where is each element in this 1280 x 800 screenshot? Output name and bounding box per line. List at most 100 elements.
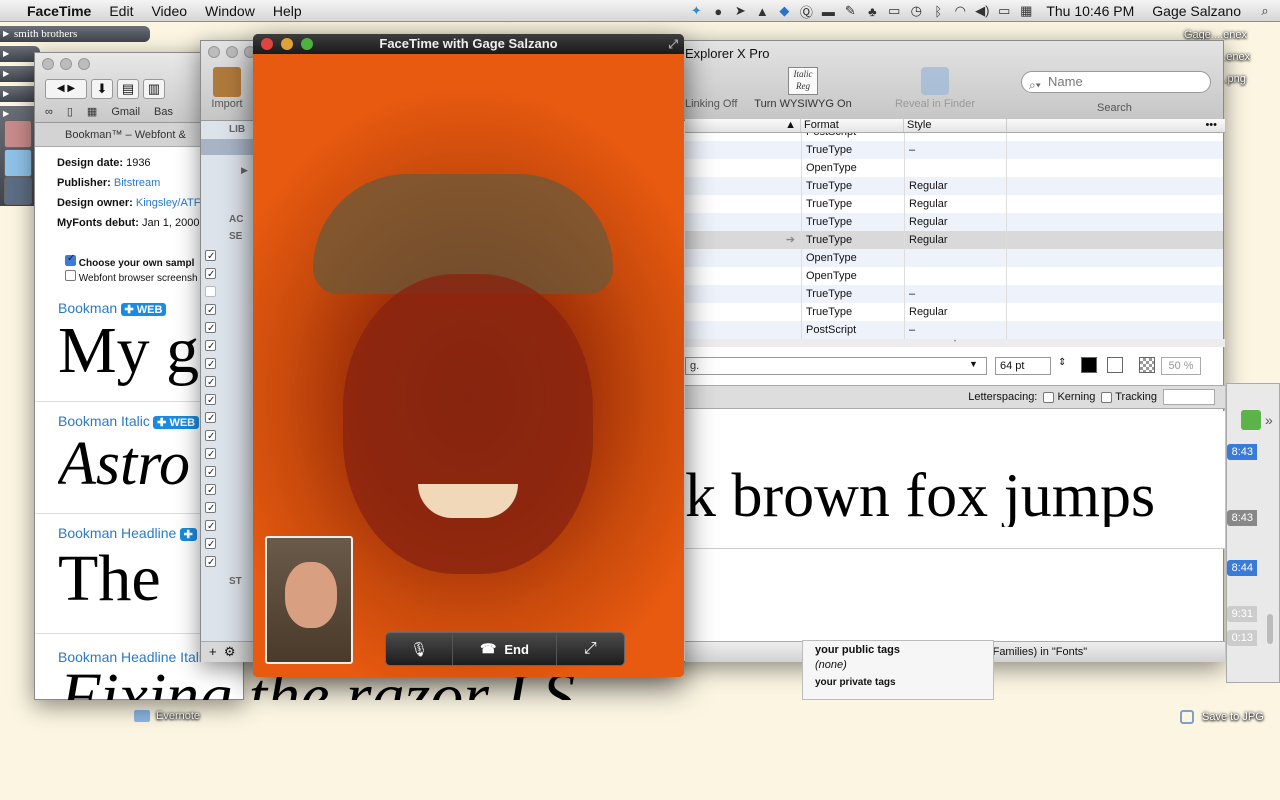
time-badge[interactable]: 0:13 (1227, 630, 1257, 646)
sidebar-section-smart[interactable]: ST (201, 572, 260, 587)
scrollbar[interactable] (1267, 614, 1273, 644)
choose-sample-checkbox[interactable] (65, 253, 76, 266)
chevron-right-icon[interactable]: » (1265, 412, 1273, 428)
minimize-button[interactable] (281, 38, 293, 50)
set-checkbox[interactable] (205, 248, 216, 266)
desktop-save-to-jpg[interactable]: Save to JPG (1180, 710, 1264, 724)
font-row[interactable]: PostScript (685, 133, 1223, 141)
fullscreen-button[interactable]: ⤢ (557, 633, 624, 665)
chevron-down-icon[interactable]: ▼ (969, 359, 978, 369)
battery-icon[interactable]: ▭ (993, 3, 1015, 19)
font-row[interactable]: TrueType Regular (685, 303, 1223, 321)
set-checkbox[interactable] (205, 338, 216, 356)
end-call-button[interactable]: ☎ End (453, 633, 557, 665)
close-button[interactable] (208, 46, 220, 58)
reading-list-icon[interactable]: ∞ (45, 105, 53, 119)
set-checkbox[interactable] (205, 302, 216, 320)
cursor-icon[interactable]: ➤ (729, 3, 751, 19)
dropbox-icon[interactable]: ◆ (773, 3, 795, 19)
tool-icon[interactable]: ✎ (839, 3, 861, 19)
webfont-screenshot-checkbox[interactable] (65, 270, 76, 281)
font-row[interactable]: ➔ TrueType Regular (685, 231, 1223, 249)
back-forward-button[interactable]: ◀ ▶ (45, 79, 87, 99)
avatar[interactable] (4, 149, 32, 177)
time-badge[interactable]: 8:44 (1227, 560, 1257, 576)
avatar[interactable] (4, 120, 32, 148)
twitter-icon[interactable]: ✦ (685, 3, 707, 19)
family-link-bookman-headline-italic[interactable]: Bookman Headline Italic (58, 649, 209, 665)
font-row[interactable]: TrueType – (685, 141, 1223, 159)
bookmark-bas[interactable]: Bas (154, 105, 173, 119)
time-machine-icon[interactable]: ◷ (905, 3, 927, 19)
family-link-bookman[interactable]: Bookman (58, 300, 117, 316)
font-row[interactable]: OpenType (685, 159, 1223, 177)
close-button[interactable] (42, 58, 54, 70)
set-checkbox[interactable] (205, 554, 216, 572)
size-stepper[interactable]: ⇕ (1058, 357, 1066, 368)
add-set-button[interactable]: + ⚙ (201, 641, 261, 662)
web-badge[interactable]: ✚ WEB (153, 416, 200, 430)
menu-window[interactable]: Window (196, 0, 264, 22)
set-checkbox[interactable] (205, 446, 216, 464)
set-checkbox[interactable] (205, 320, 216, 338)
reader-icon[interactable]: ▤ (117, 79, 139, 99)
menu-clock[interactable]: Thu 10:46 PM (1037, 0, 1143, 22)
sort-indicator-icon[interactable]: ▲ (685, 119, 801, 132)
set-checkbox[interactable] (205, 428, 216, 446)
volume-icon[interactable]: ◀) (971, 3, 993, 19)
menu-edit[interactable]: Edit (100, 0, 142, 22)
font-row[interactable]: TrueType – (685, 285, 1223, 303)
zoom-button[interactable] (78, 58, 90, 70)
set-checkbox[interactable] (205, 374, 216, 392)
font-row[interactable]: OpenType (685, 267, 1223, 285)
alien-icon[interactable]: ● (707, 4, 729, 19)
avatar[interactable] (4, 177, 32, 205)
search-input[interactable]: Name (1021, 71, 1211, 93)
time-badge[interactable]: 9:31 (1227, 606, 1257, 622)
bookmarks-icon[interactable]: ▥ (143, 79, 165, 99)
self-view-video[interactable] (265, 536, 353, 664)
hat-icon[interactable]: ▲ (751, 4, 773, 19)
tracking-select[interactable] (1163, 389, 1215, 405)
set-checkbox[interactable] (205, 482, 216, 500)
desktop-folder-evernote[interactable]: Evernote (134, 710, 200, 723)
set-checkbox[interactable] (205, 356, 216, 374)
top-sites-icon[interactable]: ▦ (87, 105, 97, 119)
publisher-link[interactable]: Bitstream (114, 177, 160, 189)
font-row[interactable]: TrueType Regular (685, 213, 1223, 231)
menu-user[interactable]: Gage Salzano (1143, 0, 1250, 22)
display-icon[interactable]: ▭ (883, 3, 905, 19)
go-arrow-icon[interactable]: ➔ (685, 231, 801, 249)
web-badge[interactable]: ✚ WEB (120, 303, 167, 317)
set-checkbox[interactable] (205, 500, 216, 518)
spotlight-icon[interactable]: ⌕ (1250, 3, 1280, 19)
family-link-bookman-headline[interactable]: Bookman Headline (58, 525, 176, 541)
sidebar-section-library[interactable]: LIB (201, 121, 260, 137)
transparency-icon[interactable] (1139, 357, 1155, 373)
time-badge[interactable]: 8:43 (1227, 444, 1257, 460)
book-icon[interactable]: ▯ (67, 105, 73, 119)
text-color-swatch[interactable] (1081, 357, 1097, 373)
calendar-icon[interactable]: ▦ (1015, 3, 1037, 19)
truck-icon[interactable]: ▬ (817, 4, 839, 19)
minimize-button[interactable] (60, 58, 72, 70)
reveal-in-finder-button[interactable]: Reveal in Finder (885, 67, 985, 111)
minimize-button[interactable] (226, 46, 238, 58)
bookmark-gmail[interactable]: Gmail (111, 105, 140, 119)
close-button[interactable] (261, 38, 273, 50)
zoom-field[interactable]: 50 % (1161, 357, 1201, 375)
wysiwyg-button[interactable]: Italic Reg Turn WYSIWYG On (753, 67, 853, 111)
bluetooth-icon[interactable]: ᛒ (927, 4, 949, 19)
sidebar-selected-item[interactable] (201, 139, 260, 155)
font-row[interactable]: TrueType Regular (685, 195, 1223, 213)
zoom-button[interactable] (301, 38, 313, 50)
tracking-checkbox[interactable] (1101, 391, 1113, 403)
background-color-swatch[interactable] (1107, 357, 1123, 373)
preview-text-field[interactable]: g. (685, 357, 987, 375)
import-button[interactable]: Import (207, 67, 247, 111)
evernote-icon[interactable]: ♣ (861, 4, 883, 19)
set-checkbox[interactable] (205, 518, 216, 536)
quicksilver-icon[interactable]: Ⓠ (795, 2, 817, 21)
set-checkbox[interactable] (205, 392, 216, 410)
split-handle[interactable]: • (685, 339, 1225, 347)
